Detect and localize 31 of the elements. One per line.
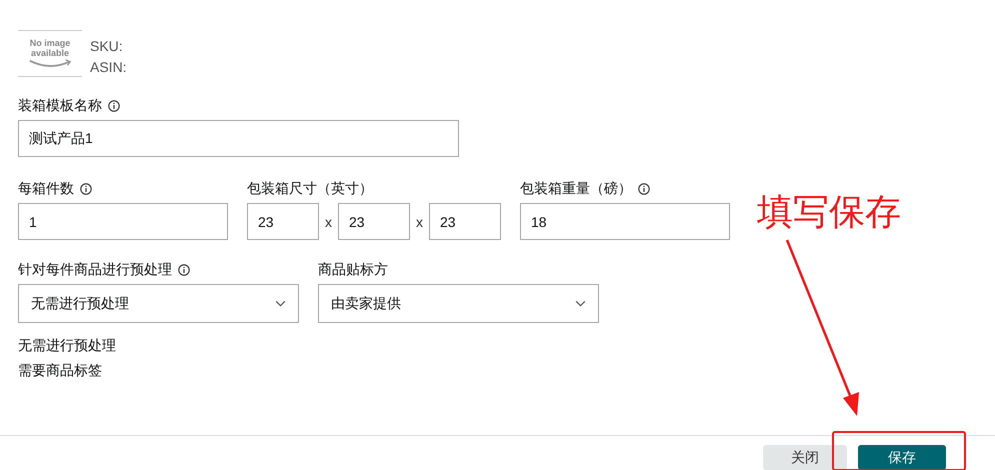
chevron-down-icon: [575, 300, 586, 307]
field-label: 针对每件商品进行预处理: [18, 261, 172, 279]
close-button[interactable]: 关闭: [763, 445, 847, 470]
field-label: 包装箱尺寸（英寸）: [247, 180, 373, 198]
input-field[interactable]: 23: [338, 203, 410, 240]
input-field[interactable]: 18: [520, 203, 730, 240]
dimension-separator: x: [415, 214, 424, 230]
input-field[interactable]: 测试产品1: [18, 120, 459, 157]
dropdown[interactable]: 无需进行预处理: [18, 284, 299, 323]
field-label: 装箱模板名称: [18, 97, 102, 115]
smile-arrow-icon: [27, 58, 73, 68]
input-field[interactable]: 1: [18, 203, 228, 240]
field-label: 包装箱重量（磅）: [520, 180, 632, 198]
chevron-down-icon: [275, 300, 286, 307]
field-label: 商品贴标方: [318, 261, 388, 279]
field-label: 每箱件数: [18, 180, 74, 198]
input-field[interactable]: 23: [429, 203, 501, 240]
info-icon[interactable]: [638, 183, 650, 195]
asin-label: ASIN:: [90, 58, 127, 77]
note-text: 需要商品标签: [18, 361, 103, 380]
input-field[interactable]: 23: [247, 203, 319, 240]
info-icon[interactable]: [80, 183, 92, 195]
dropdown[interactable]: 由卖家提供: [318, 284, 599, 323]
sku-label: SKU:: [90, 37, 124, 56]
save-button[interactable]: 保存: [858, 445, 946, 470]
info-icon[interactable]: [108, 100, 120, 112]
annotation-text: 填写保存: [757, 190, 901, 234]
info-icon[interactable]: [178, 264, 190, 276]
no-image-text: No image available: [28, 38, 72, 58]
dimension-separator: x: [324, 214, 333, 230]
note-text: 无需进行预处理: [18, 336, 117, 355]
